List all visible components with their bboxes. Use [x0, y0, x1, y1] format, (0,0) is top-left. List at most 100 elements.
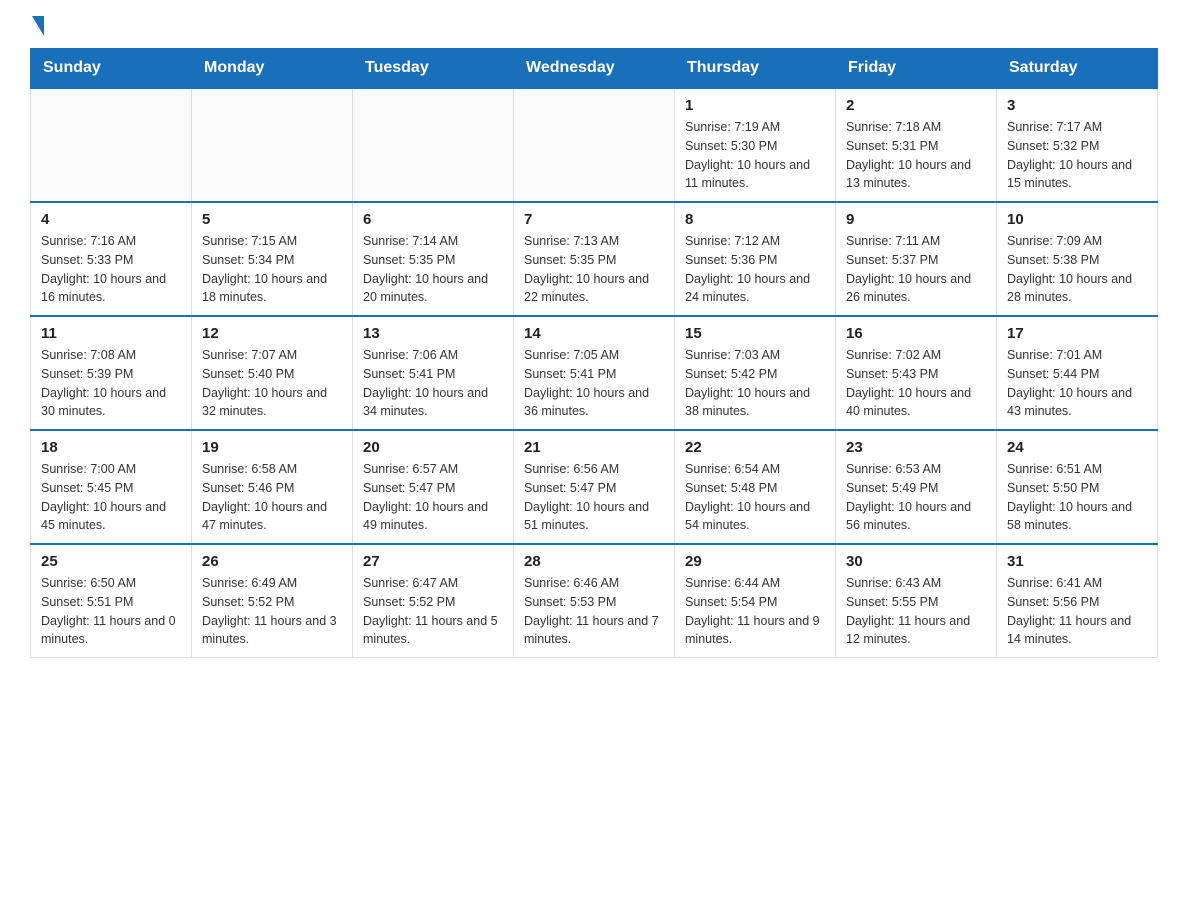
day-number: 12	[202, 325, 342, 342]
day-info: Sunrise: 6:41 AM Sunset: 5:56 PM Dayligh…	[1007, 574, 1147, 649]
day-of-week-header: Saturday	[997, 49, 1158, 89]
calendar-day-cell: 29Sunrise: 6:44 AM Sunset: 5:54 PM Dayli…	[675, 544, 836, 658]
calendar-day-cell: 27 Sunrise: 6:47 AM Sunset: 5:52 PM Dayli…	[353, 544, 514, 658]
day-info: Sunrise: 7:06 AM Sunset: 5:41 PM Dayligh…	[363, 346, 503, 421]
day-number: 16	[846, 325, 986, 342]
day-info: Sunrise: 7:09 AM Sunset: 5:38 PM Dayligh…	[1007, 232, 1147, 307]
day-number: 30	[846, 553, 986, 570]
day-number: 28	[524, 553, 664, 570]
day-info: Sunrise: 7:05 AM Sunset: 5:41 PM Dayligh…	[524, 346, 664, 421]
day-number: 11	[41, 325, 181, 342]
calendar-table: SundayMondayTuesdayWednesdayThursdayFrid…	[30, 48, 1158, 658]
day-info: Sunrise: 6:58 AM Sunset: 5:46 PM Dayligh…	[202, 460, 342, 535]
calendar-day-cell: 8 Sunrise: 7:12 AM Sunset: 5:36 PM Daylig…	[675, 202, 836, 316]
calendar-day-cell: 24 Sunrise: 6:51 AM Sunset: 5:50 PM Dayli…	[997, 430, 1158, 544]
day-number: 7	[524, 211, 664, 228]
day-number: 3	[1007, 97, 1147, 114]
calendar-day-cell: 30 Sunrise: 6:43 AM Sunset: 5:55 PM Dayli…	[836, 544, 997, 658]
day-number: 6	[363, 211, 503, 228]
calendar-week-row: 1 Sunrise: 7:19 AM Sunset: 5:30 PM Daylig…	[31, 88, 1158, 202]
calendar-day-cell: 6Sunrise: 7:14 AM Sunset: 5:35 PM Daylig…	[353, 202, 514, 316]
calendar-day-cell: 13Sunrise: 7:06 AM Sunset: 5:41 PM Dayli…	[353, 316, 514, 430]
day-number: 27	[363, 553, 503, 570]
calendar-day-cell: 12 Sunrise: 7:07 AM Sunset: 5:40 PM Dayli…	[192, 316, 353, 430]
day-of-week-header: Monday	[192, 49, 353, 89]
day-number: 8	[685, 211, 825, 228]
logo-triangle-icon	[32, 16, 44, 36]
calendar-day-cell: 7 Sunrise: 7:13 AM Sunset: 5:35 PM Daylig…	[514, 202, 675, 316]
calendar-day-cell: 20 Sunrise: 6:57 AM Sunset: 5:47 PM Dayli…	[353, 430, 514, 544]
day-of-week-header: Wednesday	[514, 49, 675, 89]
day-info: Sunrise: 6:50 AM Sunset: 5:51 PM Dayligh…	[41, 574, 181, 649]
day-number: 22	[685, 439, 825, 456]
day-info: Sunrise: 7:19 AM Sunset: 5:30 PM Dayligh…	[685, 118, 825, 193]
day-number: 15	[685, 325, 825, 342]
day-number: 18	[41, 439, 181, 456]
day-info: Sunrise: 7:07 AM Sunset: 5:40 PM Dayligh…	[202, 346, 342, 421]
calendar-day-cell	[31, 88, 192, 202]
day-number: 17	[1007, 325, 1147, 342]
day-info: Sunrise: 6:57 AM Sunset: 5:47 PM Dayligh…	[363, 460, 503, 535]
calendar-day-cell: 28 Sunrise: 6:46 AM Sunset: 5:53 PM Dayli…	[514, 544, 675, 658]
calendar-day-cell: 25 Sunrise: 6:50 AM Sunset: 5:51 PM Dayli…	[31, 544, 192, 658]
calendar-day-cell: 15 Sunrise: 7:03 AM Sunset: 5:42 PM Dayli…	[675, 316, 836, 430]
calendar-week-row: 4Sunrise: 7:16 AM Sunset: 5:33 PM Daylig…	[31, 202, 1158, 316]
calendar-day-cell: 21Sunrise: 6:56 AM Sunset: 5:47 PM Dayli…	[514, 430, 675, 544]
day-number: 4	[41, 211, 181, 228]
day-info: Sunrise: 7:01 AM Sunset: 5:44 PM Dayligh…	[1007, 346, 1147, 421]
calendar-day-cell: 9Sunrise: 7:11 AM Sunset: 5:37 PM Daylig…	[836, 202, 997, 316]
day-number: 23	[846, 439, 986, 456]
day-info: Sunrise: 6:54 AM Sunset: 5:48 PM Dayligh…	[685, 460, 825, 535]
calendar-day-cell: 2Sunrise: 7:18 AM Sunset: 5:31 PM Daylig…	[836, 88, 997, 202]
calendar-day-cell: 18 Sunrise: 7:00 AM Sunset: 5:45 PM Dayli…	[31, 430, 192, 544]
day-info: Sunrise: 7:00 AM Sunset: 5:45 PM Dayligh…	[41, 460, 181, 535]
calendar-day-cell: 14 Sunrise: 7:05 AM Sunset: 5:41 PM Dayli…	[514, 316, 675, 430]
day-of-week-header: Thursday	[675, 49, 836, 89]
day-of-week-header: Sunday	[31, 49, 192, 89]
day-number: 14	[524, 325, 664, 342]
calendar-week-row: 18 Sunrise: 7:00 AM Sunset: 5:45 PM Dayli…	[31, 430, 1158, 544]
calendar-day-cell: 26 Sunrise: 6:49 AM Sunset: 5:52 PM Dayli…	[192, 544, 353, 658]
day-number: 25	[41, 553, 181, 570]
calendar-week-row: 11 Sunrise: 7:08 AM Sunset: 5:39 PM Dayli…	[31, 316, 1158, 430]
day-info: Sunrise: 6:51 AM Sunset: 5:50 PM Dayligh…	[1007, 460, 1147, 535]
day-info: Sunrise: 6:43 AM Sunset: 5:55 PM Dayligh…	[846, 574, 986, 649]
day-number: 31	[1007, 553, 1147, 570]
calendar-day-cell: 3 Sunrise: 7:17 AM Sunset: 5:32 PM Daylig…	[997, 88, 1158, 202]
day-number: 5	[202, 211, 342, 228]
day-info: Sunrise: 7:15 AM Sunset: 5:34 PM Dayligh…	[202, 232, 342, 307]
day-of-week-header: Tuesday	[353, 49, 514, 89]
day-info: Sunrise: 7:13 AM Sunset: 5:35 PM Dayligh…	[524, 232, 664, 307]
day-of-week-header: Friday	[836, 49, 997, 89]
day-info: Sunrise: 7:17 AM Sunset: 5:32 PM Dayligh…	[1007, 118, 1147, 193]
calendar-week-row: 25 Sunrise: 6:50 AM Sunset: 5:51 PM Dayli…	[31, 544, 1158, 658]
day-info: Sunrise: 7:08 AM Sunset: 5:39 PM Dayligh…	[41, 346, 181, 421]
day-number: 26	[202, 553, 342, 570]
calendar-day-cell: 31 Sunrise: 6:41 AM Sunset: 5:56 PM Dayli…	[997, 544, 1158, 658]
day-info: Sunrise: 6:49 AM Sunset: 5:52 PM Dayligh…	[202, 574, 342, 649]
calendar-day-cell: 11 Sunrise: 7:08 AM Sunset: 5:39 PM Dayli…	[31, 316, 192, 430]
day-info: Sunrise: 6:44 AM Sunset: 5:54 PM Dayligh…	[685, 574, 825, 649]
header	[30, 20, 1158, 32]
day-number: 20	[363, 439, 503, 456]
day-number: 19	[202, 439, 342, 456]
calendar-day-cell: 22 Sunrise: 6:54 AM Sunset: 5:48 PM Dayli…	[675, 430, 836, 544]
day-info: Sunrise: 7:02 AM Sunset: 5:43 PM Dayligh…	[846, 346, 986, 421]
day-info: Sunrise: 7:03 AM Sunset: 5:42 PM Dayligh…	[685, 346, 825, 421]
calendar-day-cell: 10 Sunrise: 7:09 AM Sunset: 5:38 PM Dayli…	[997, 202, 1158, 316]
day-info: Sunrise: 6:46 AM Sunset: 5:53 PM Dayligh…	[524, 574, 664, 649]
day-info: Sunrise: 6:47 AM Sunset: 5:52 PM Dayligh…	[363, 574, 503, 649]
day-number: 21	[524, 439, 664, 456]
logo	[30, 20, 44, 32]
day-number: 1	[685, 97, 825, 114]
calendar-day-cell	[192, 88, 353, 202]
day-info: Sunrise: 7:18 AM Sunset: 5:31 PM Dayligh…	[846, 118, 986, 193]
day-info: Sunrise: 6:53 AM Sunset: 5:49 PM Dayligh…	[846, 460, 986, 535]
calendar-day-cell	[514, 88, 675, 202]
day-number: 10	[1007, 211, 1147, 228]
day-info: Sunrise: 7:12 AM Sunset: 5:36 PM Dayligh…	[685, 232, 825, 307]
calendar-day-cell: 4Sunrise: 7:16 AM Sunset: 5:33 PM Daylig…	[31, 202, 192, 316]
day-number: 24	[1007, 439, 1147, 456]
calendar-day-cell: 23 Sunrise: 6:53 AM Sunset: 5:49 PM Dayli…	[836, 430, 997, 544]
calendar-day-cell: 5 Sunrise: 7:15 AM Sunset: 5:34 PM Daylig…	[192, 202, 353, 316]
